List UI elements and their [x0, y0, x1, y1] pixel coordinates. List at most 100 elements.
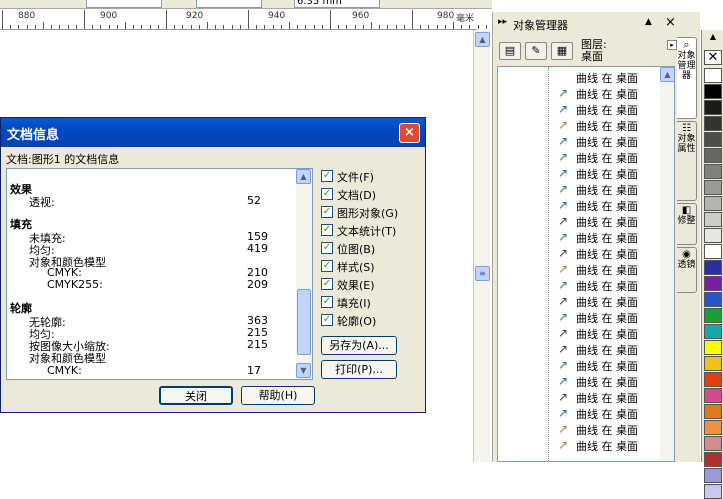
object-tree-row[interactable]: ↗ 曲线 在 桌面 [558, 437, 674, 453]
info-category-checkbox[interactable]: ✓ 文件(F) [321, 168, 411, 184]
color-swatch[interactable] [704, 228, 722, 243]
object-tree-row[interactable]: ↗ 曲线 在 桌面 [558, 117, 674, 133]
object-tree-row[interactable]: ↗ 曲线 在 桌面 [558, 421, 674, 437]
info-category-checkbox[interactable]: ✓ 样式(S) [321, 258, 411, 274]
docker-menu-arrow-icon[interactable]: ▲ [645, 17, 652, 27]
color-swatch[interactable] [704, 340, 722, 355]
object-tree-row[interactable]: ↗ 曲线 在 桌面 [558, 197, 674, 213]
canvas-vertical-scrollbar[interactable]: ▲ ≡ [473, 30, 490, 462]
color-swatch[interactable] [704, 356, 722, 371]
object-tree-row[interactable]: ↗ 曲线 在 桌面 [558, 277, 674, 293]
color-swatch[interactable] [704, 180, 722, 195]
checkmark-icon[interactable]: ✓ [321, 314, 333, 326]
object-tree-row[interactable]: ↗ 曲线 在 桌面 [558, 325, 674, 341]
color-swatch[interactable] [704, 260, 722, 275]
color-swatch[interactable] [704, 436, 722, 451]
color-swatch[interactable] [704, 244, 722, 259]
no-fill-swatch-icon[interactable]: ✕ [704, 50, 722, 65]
info-category-checkbox[interactable]: ✓ 文档(D) [321, 186, 411, 202]
tab-shaping[interactable]: ◧ 修整 [677, 203, 697, 245]
save-as-button[interactable]: 另存为(A)... [321, 336, 397, 355]
print-button[interactable]: 打印(P)... [321, 360, 397, 379]
color-swatch[interactable] [704, 484, 722, 499]
object-tree-row[interactable]: ↗ 曲线 在 桌面 [558, 261, 674, 277]
object-tree-row[interactable]: ↗ 曲线 在 桌面 [558, 181, 674, 197]
color-swatch[interactable] [704, 308, 722, 323]
object-tree-row[interactable]: ↗ 曲线 在 桌面 [558, 405, 674, 421]
object-tree-row[interactable]: ↗ 曲线 在 桌面 [558, 165, 674, 181]
object-tree-row[interactable]: ↗ 曲线 在 桌面 [558, 85, 674, 101]
document-info-text-panel[interactable]: 效果 透视: 52 填充 未填充: 159 均匀: 419 对象和颜色模型 CM… [6, 168, 313, 380]
scroll-down-arrow-icon[interactable]: ▼ [296, 363, 311, 378]
checkmark-icon[interactable]: ✓ [321, 170, 333, 182]
nudge-distance-field[interactable]: 6.35 mm [294, 0, 380, 8]
scroll-thumb[interactable]: ≡ [475, 266, 490, 281]
info-panel-scrollbar[interactable]: ▲ ▼ [296, 169, 312, 379]
color-swatch[interactable] [704, 324, 722, 339]
info-category-checkbox[interactable]: ✓ 文本统计(T) [321, 222, 411, 238]
color-swatch[interactable] [704, 292, 722, 307]
close-button[interactable]: 关闭 [159, 386, 233, 405]
docker-close-icon[interactable]: × [665, 15, 676, 30]
object-tree-row[interactable]: ↗ 曲线 在 桌面 [558, 101, 674, 117]
color-swatch[interactable] [704, 468, 722, 483]
tree-scroll-up-arrow-icon[interactable]: ▲ [660, 67, 674, 82]
palette-scroll-up-icon[interactable]: ▲ [705, 32, 721, 42]
checkmark-icon[interactable]: ✓ [321, 260, 333, 272]
dropdown-field-2[interactable] [196, 0, 262, 8]
info-category-checkbox[interactable]: ✓ 填充(I) [321, 294, 411, 310]
object-tree-row[interactable]: ↗ 曲线 在 桌面 [558, 309, 674, 325]
color-swatch[interactable] [704, 452, 722, 467]
dialog-title-bar[interactable]: 文档信息 × [1, 118, 425, 147]
object-tree-row[interactable]: ↗ 曲线 在 桌面 [558, 357, 674, 373]
dropdown-field[interactable] [86, 0, 162, 8]
checkmark-icon[interactable]: ✓ [321, 224, 333, 236]
object-tree-row[interactable]: ↗ 曲线 在 桌面 [558, 133, 674, 149]
color-swatch[interactable] [704, 84, 722, 99]
checkmark-icon[interactable]: ✓ [321, 206, 333, 218]
tab-object-manager[interactable]: ⌕ 对象管理器 [677, 37, 697, 119]
color-swatch[interactable] [704, 276, 722, 291]
color-swatch[interactable] [704, 372, 722, 387]
color-swatch[interactable] [704, 100, 722, 115]
color-swatch[interactable] [704, 132, 722, 147]
help-button[interactable]: 帮助(H) [241, 386, 315, 405]
color-swatch[interactable] [704, 116, 722, 131]
color-swatch[interactable] [704, 420, 722, 435]
edit-across-layers-icon[interactable]: ✎ [525, 42, 547, 60]
object-tree-row[interactable]: 曲线 在 桌面 [558, 69, 674, 85]
info-category-checkbox[interactable]: ✓ 效果(E) [321, 276, 411, 292]
docker-collapse-icon[interactable]: ▸▸ [498, 17, 507, 27]
info-category-checkbox[interactable]: ✓ 图形对象(G) [321, 204, 411, 220]
object-tree-row[interactable]: ↗ 曲线 在 桌面 [558, 149, 674, 165]
tab-object-properties[interactable]: ☷ 对象属性 [677, 121, 697, 201]
scroll-thumb[interactable] [297, 289, 311, 355]
layer-manager-view-icon[interactable]: ▦ [551, 42, 573, 60]
color-swatch[interactable] [704, 212, 722, 227]
color-swatch[interactable] [704, 196, 722, 211]
color-swatch[interactable] [704, 388, 722, 403]
object-tree-row[interactable]: ↗ 曲线 在 桌面 [558, 293, 674, 309]
close-icon[interactable]: × [399, 123, 420, 143]
info-category-checkbox[interactable]: ✓ 轮廓(O) [321, 312, 411, 328]
object-tree-row[interactable]: ↗ 曲线 在 桌面 [558, 373, 674, 389]
scroll-up-arrow-icon[interactable]: ▲ [296, 169, 311, 184]
color-swatch[interactable] [704, 68, 722, 83]
checkmark-icon[interactable]: ✓ [321, 278, 333, 290]
object-tree-scrollbar[interactable]: ▲ [660, 67, 674, 461]
checkmark-icon[interactable]: ✓ [321, 188, 333, 200]
scroll-up-arrow-icon[interactable]: ▲ [475, 32, 490, 47]
object-tree-row[interactable]: ↗ 曲线 在 桌面 [558, 245, 674, 261]
tab-lens[interactable]: ◉ 透镜 [677, 247, 697, 293]
object-tree-row[interactable]: ↗ 曲线 在 桌面 [558, 341, 674, 357]
show-properties-icon[interactable]: ▤ [499, 42, 521, 60]
checkmark-icon[interactable]: ✓ [321, 242, 333, 254]
color-swatch[interactable] [704, 164, 722, 179]
checkmark-icon[interactable]: ✓ [321, 296, 333, 308]
object-tree-row[interactable]: ↗ 曲线 在 桌面 [558, 213, 674, 229]
object-tree-row[interactable]: ↗ 曲线 在 桌面 [558, 229, 674, 245]
info-category-checkbox[interactable]: ✓ 位图(B) [321, 240, 411, 256]
color-swatch[interactable] [704, 404, 722, 419]
docker-flyout-arrow-icon[interactable]: ▸ [667, 40, 677, 50]
object-tree-row[interactable]: ↗ 曲线 在 桌面 [558, 389, 674, 405]
